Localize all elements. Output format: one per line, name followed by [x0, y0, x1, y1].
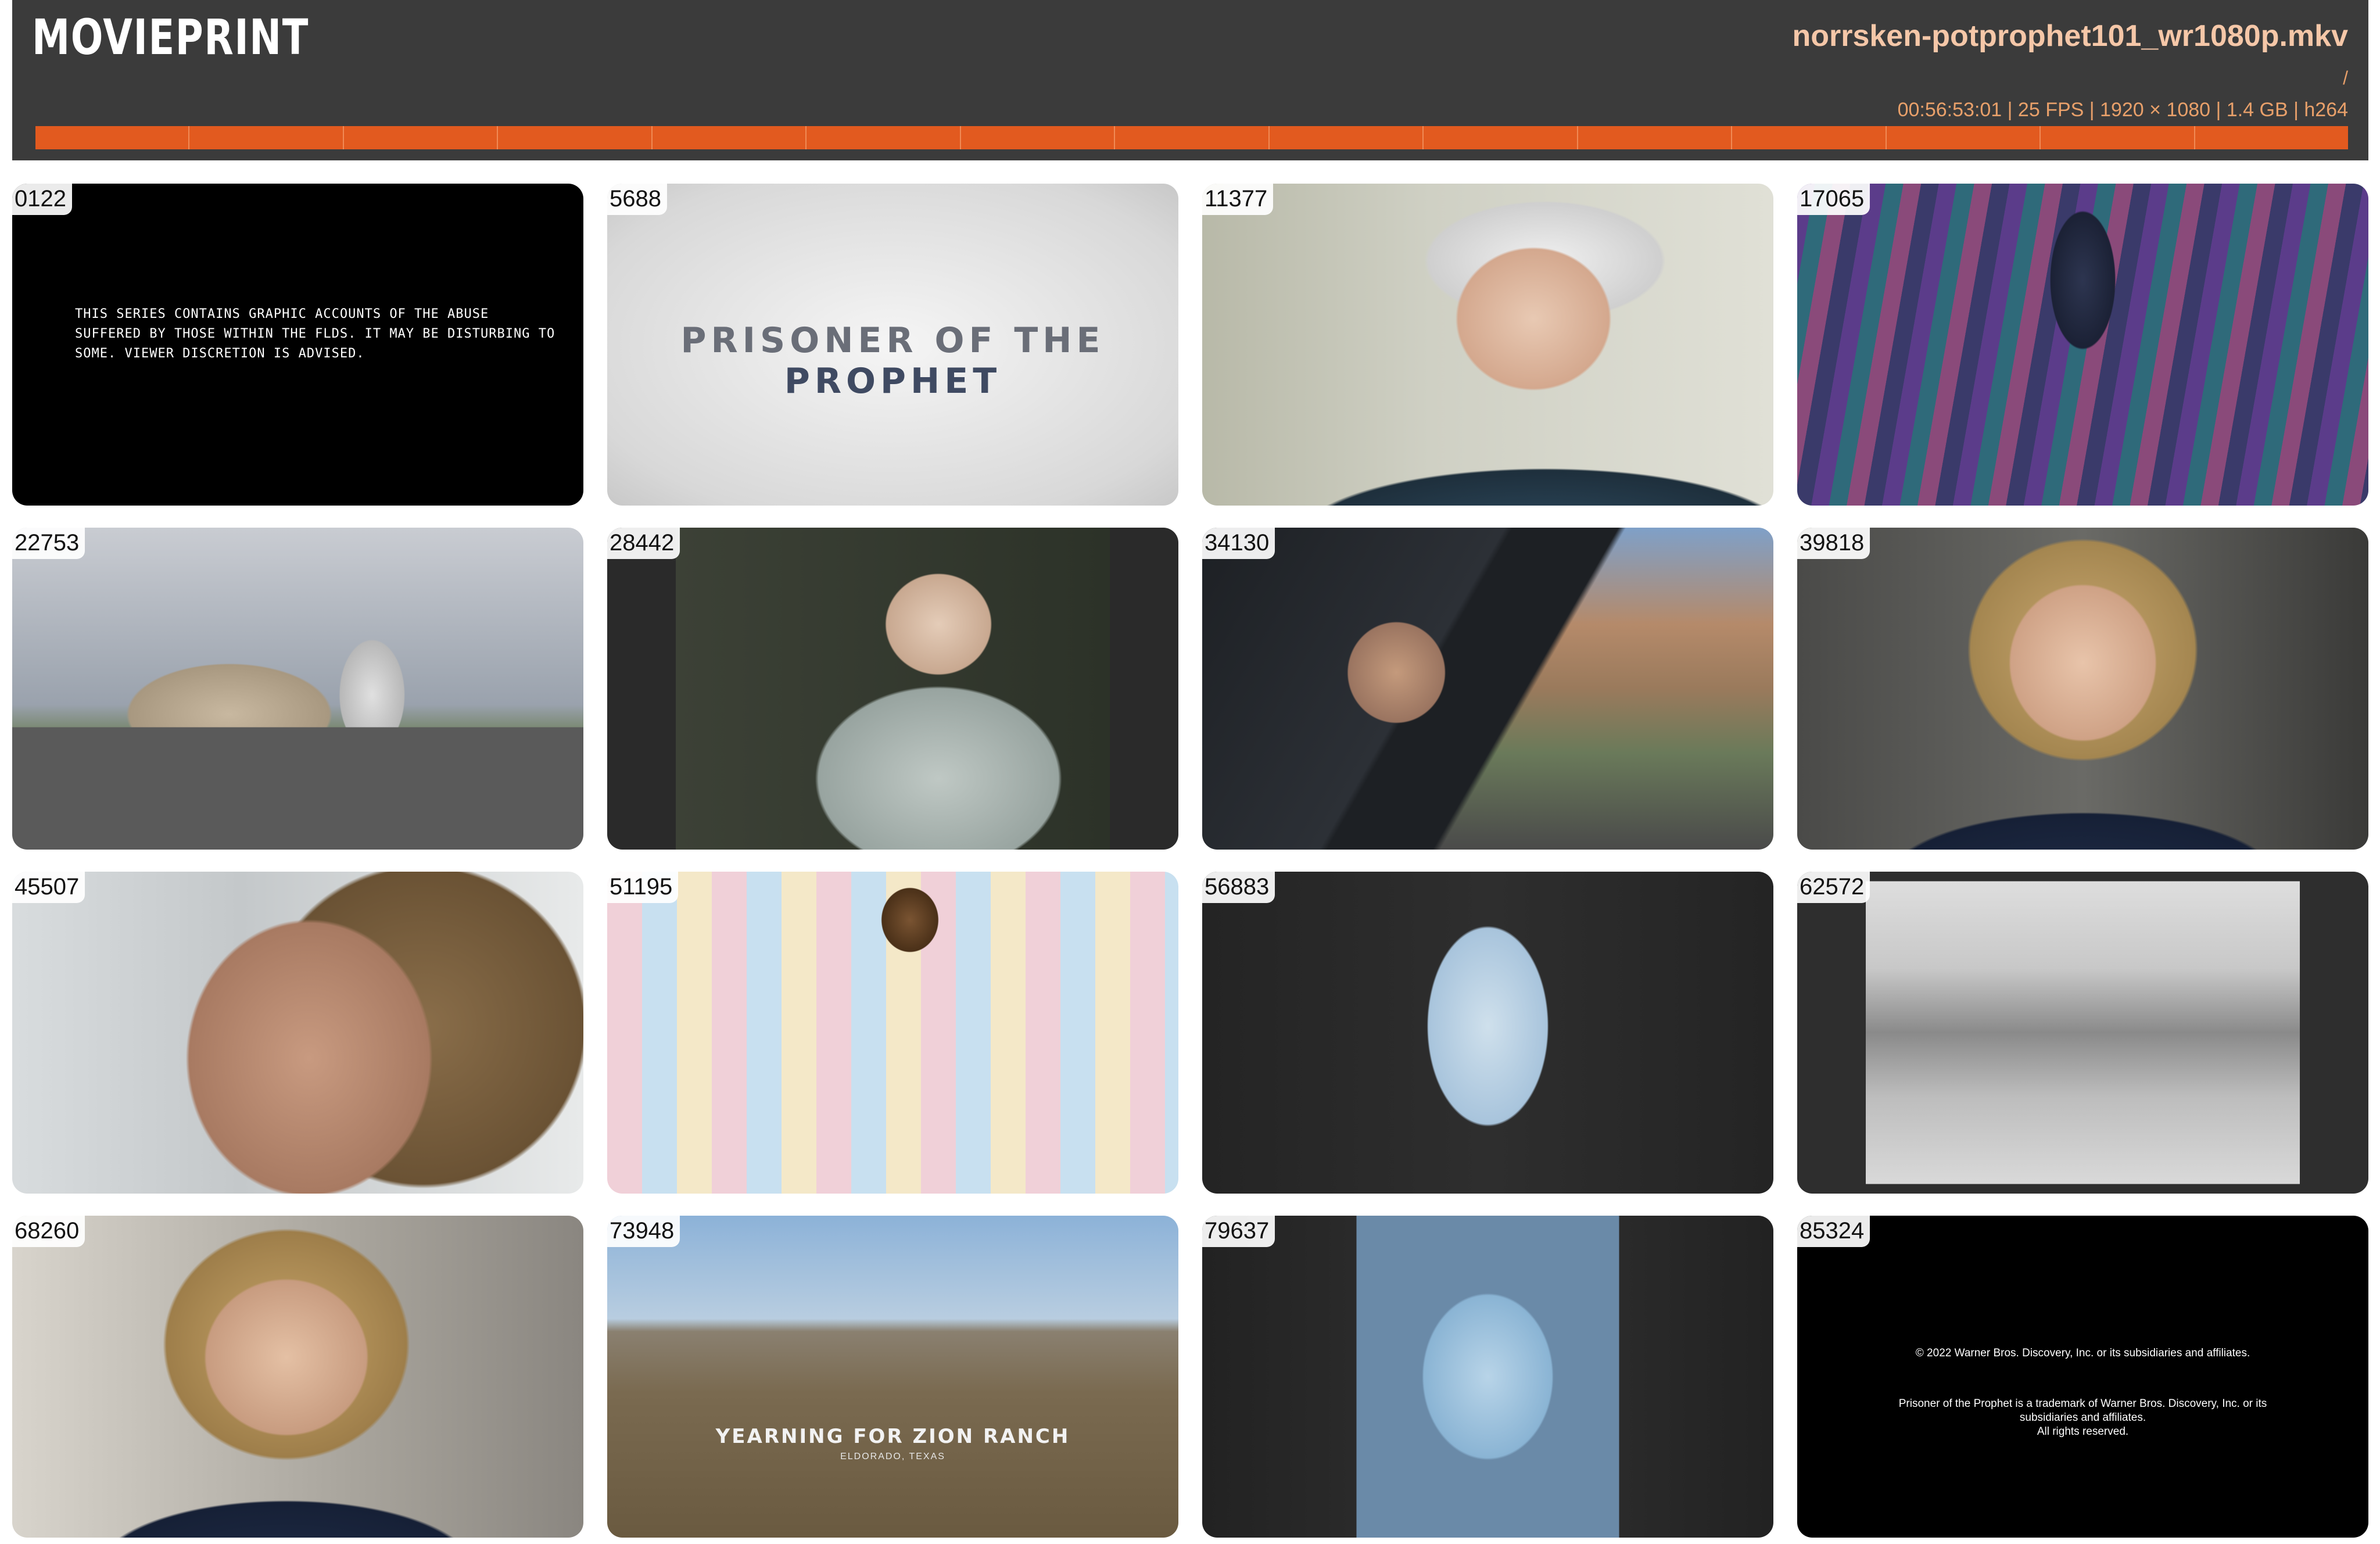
trademark-line: Prisoner of the Prophet is a trademark o… [1898, 1398, 2267, 1410]
frame-number: 22753 [12, 528, 85, 559]
file-name: norrsken-potprophet101_wr1080p.mkv [1792, 19, 2348, 53]
thumbnail[interactable]: 56883 [1202, 872, 1773, 1194]
thumbnail[interactable]: 39818 [1797, 528, 2368, 850]
app-logo: MOVIEPRINT [32, 9, 309, 66]
trademark-line-2: subsidiaries and affiliates. [2019, 1412, 2146, 1424]
copyright-line: © 2022 Warner Bros. Discovery, Inc. or i… [1915, 1347, 2250, 1359]
frame-number: 5688 [607, 184, 667, 215]
frame-number: 45507 [12, 872, 85, 903]
timeline-segment[interactable] [961, 126, 1116, 149]
frame-number: 0122 [12, 184, 72, 215]
thumbnail[interactable]: 28442 [607, 528, 1178, 850]
thumbnail[interactable]: 34130 [1202, 528, 1773, 850]
thumbnail[interactable]: THIS SERIES CONTAINS GRAPHIC ACCOUNTS OF… [12, 184, 583, 506]
thumbnail[interactable]: YEARNING FOR ZION RANCH ELDORADO, TEXAS … [607, 1216, 1178, 1538]
timeline-segment[interactable] [1270, 126, 1424, 149]
frame-number: 11377 [1202, 184, 1274, 215]
timeline-segment[interactable] [1887, 126, 2041, 149]
thumbnail[interactable]: © 2022 Warner Bros. Discovery, Inc. or i… [1797, 1216, 2368, 1538]
timeline-segment[interactable] [2041, 126, 2195, 149]
thumbnail[interactable]: 68260 [12, 1216, 583, 1538]
timeline-segment[interactable] [653, 126, 807, 149]
timeline-segment[interactable] [35, 126, 190, 149]
location-title: YEARNING FOR ZION RANCH [715, 1425, 1070, 1448]
frame-number: 68260 [12, 1216, 85, 1247]
thumbnail[interactable]: 22753 [12, 528, 583, 850]
frame-number: 28442 [607, 528, 680, 559]
thumbnail[interactable]: 79637 [1202, 1216, 1773, 1538]
frame-number: 51195 [607, 872, 679, 903]
timeline-segment[interactable] [2195, 126, 2348, 149]
file-info: 00:56:53:01 | 25 FPS | 1920 × 1080 | 1.4… [1897, 99, 2348, 121]
frame-number: 34130 [1202, 528, 1275, 559]
file-path: / [2343, 67, 2348, 88]
location-subtitle: ELDORADO, TEXAS [840, 1452, 945, 1461]
timeline-segment[interactable] [1424, 126, 1578, 149]
frame-number: 56883 [1202, 872, 1275, 903]
timeline-segment[interactable] [1578, 126, 1733, 149]
frame-number: 73948 [607, 1216, 680, 1247]
timeline-segment[interactable] [344, 126, 499, 149]
thumbnail[interactable]: 51195 [607, 872, 1178, 1194]
frame-number: 85324 [1797, 1216, 1870, 1247]
thumbnail[interactable]: 11377 [1202, 184, 1773, 506]
frame-number: 62572 [1797, 872, 1870, 903]
timeline-scrubber[interactable] [35, 126, 2348, 149]
frame-number: 39818 [1797, 528, 1870, 559]
thumbnail[interactable]: PRISONER OF THE PROPHET 5688 [607, 184, 1178, 506]
frame-number: 79637 [1202, 1216, 1275, 1247]
timeline-segment[interactable] [1732, 126, 1887, 149]
frame-number: 17065 [1797, 184, 1870, 215]
thumbnail-grid: THIS SERIES CONTAINS GRAPHIC ACCOUNTS OF… [12, 184, 2368, 1538]
timeline-segment[interactable] [189, 126, 344, 149]
timeline-segment[interactable] [1115, 126, 1270, 149]
content-warning-text: THIS SERIES CONTAINS GRAPHIC ACCOUNTS OF… [75, 307, 555, 361]
thumbnail[interactable]: 45507 [12, 872, 583, 1194]
timeline-segment[interactable] [807, 126, 961, 149]
thumbnail[interactable]: 62572 [1797, 872, 2368, 1194]
title-card-text: PRISONER OF THE PROPHET [680, 320, 1105, 402]
thumbnail[interactable]: 17065 [1797, 184, 2368, 506]
header-bar: MOVIEPRINT norrsken-potprophet101_wr1080… [12, 0, 2368, 160]
timeline-segment[interactable] [498, 126, 653, 149]
rights-line: All rights reserved. [2037, 1425, 2129, 1438]
